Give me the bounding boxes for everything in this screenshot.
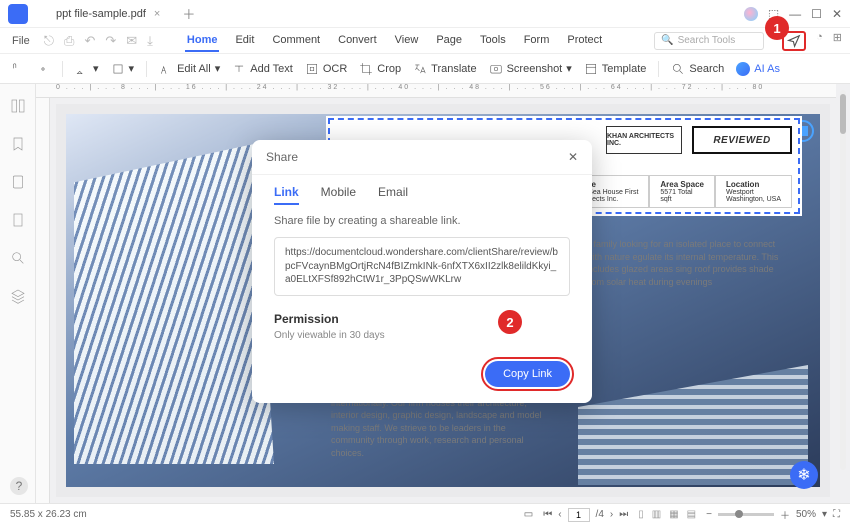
search-placeholder: Search Tools xyxy=(678,35,736,46)
hand-tool[interactable] xyxy=(10,62,24,76)
page-icon[interactable] xyxy=(10,212,26,228)
menu-edit[interactable]: Edit xyxy=(233,30,256,52)
thumbnails-icon[interactable] xyxy=(10,98,26,114)
app-logo xyxy=(8,4,28,24)
last-page-icon[interactable]: ⏭ xyxy=(619,509,628,520)
fit-page-icon[interactable]: ⛶ xyxy=(833,509,840,520)
doc-paragraph-right: a family looking for an isolated place t… xyxy=(586,238,790,288)
layers-icon[interactable] xyxy=(10,288,26,304)
info-table: NameThe Sea House FirstArchitects Inc. A… xyxy=(563,175,792,208)
view-two-icon[interactable]: ▦ xyxy=(669,509,678,520)
ribbon-toolbar: ▾ ▾ Edit All▾ Add Text OCR Crop Translat… xyxy=(0,54,850,84)
close-window-icon[interactable]: ✕ xyxy=(832,7,842,21)
search-icon: 🔍 xyxy=(661,35,673,46)
annotation-callout-2: 2 xyxy=(498,310,522,334)
minimize-icon[interactable]: — xyxy=(789,7,801,21)
menu-form[interactable]: Form xyxy=(522,30,552,52)
menu-tools[interactable]: Tools xyxy=(478,30,508,52)
undo-icon[interactable]: ↶ xyxy=(84,33,95,49)
ocr-button[interactable]: OCR xyxy=(305,62,347,76)
highlight-tool[interactable]: ▾ xyxy=(75,62,99,76)
page-navigator: ⏮ ‹ /4 › ⏭ xyxy=(543,508,628,522)
settings-icon[interactable]: ⊞ xyxy=(833,31,842,51)
tab-mobile[interactable]: Mobile xyxy=(321,185,356,205)
floating-action-icon[interactable]: ❄ xyxy=(790,461,818,489)
main-menu: Home Edit Comment Convert View Page Tool… xyxy=(185,30,604,52)
brand-reviewed: REVIEWED xyxy=(692,126,792,154)
titlebar: ppt file-sample.pdf × ＋ ⬚ — ☐ ✕ xyxy=(0,0,850,28)
tab-link[interactable]: Link xyxy=(274,185,299,205)
permission-heading: Permission xyxy=(274,312,570,326)
print-icon[interactable]: ⎙ xyxy=(64,33,74,49)
next-page-icon[interactable]: › xyxy=(610,509,613,520)
maximize-icon[interactable]: ☐ xyxy=(811,7,822,21)
coordinates-readout: 55.85 x 26.23 cm xyxy=(10,509,87,520)
read-mode-icon[interactable]: ▭ xyxy=(524,509,533,520)
view-single-icon[interactable]: ▯ xyxy=(638,509,644,520)
copy-link-button[interactable]: Copy Link xyxy=(485,361,570,387)
status-bar: 55.85 x 26.23 cm ▭ ⏮ ‹ /4 › ⏭ ▯ ▥ ▦ ▤ − … xyxy=(0,503,850,525)
add-text-button[interactable]: Add Text xyxy=(232,62,293,76)
zoom-slider[interactable] xyxy=(718,513,774,516)
vertical-ruler xyxy=(36,98,50,503)
first-page-icon[interactable]: ⏮ xyxy=(543,509,552,520)
annotation-callout-1: 1 xyxy=(765,16,789,40)
new-tab-button[interactable]: ＋ xyxy=(182,4,195,23)
view-continuous-icon[interactable]: ▥ xyxy=(652,509,661,520)
menu-page[interactable]: Page xyxy=(434,30,464,52)
zoom-dropdown-icon[interactable]: ▾ xyxy=(822,509,827,520)
menu-convert[interactable]: Convert xyxy=(336,30,379,52)
close-tab-icon[interactable]: × xyxy=(154,8,160,20)
search-tools-input[interactable]: 🔍 Search Tools xyxy=(654,32,764,50)
screenshot-button[interactable]: Screenshot▾ xyxy=(489,62,572,76)
prev-page-icon[interactable]: ‹ xyxy=(558,509,561,520)
search-side-icon[interactable] xyxy=(10,250,26,266)
document-tab-label: ppt file-sample.pdf xyxy=(56,8,146,20)
vertical-scrollbar[interactable] xyxy=(840,90,846,470)
horizontal-ruler: 0 . . . | . . . 8 . . . | . . . 16 . . .… xyxy=(36,84,836,98)
document-tab[interactable]: ppt file-sample.pdf × xyxy=(46,4,170,24)
page-input[interactable] xyxy=(568,508,590,522)
permission-subtext: Only viewable in 30 days xyxy=(274,330,570,341)
view-two-scroll-icon[interactable]: ▤ xyxy=(687,509,696,520)
left-sidebar: ◀▶ xyxy=(0,84,36,503)
edit-all-button[interactable]: Edit All▾ xyxy=(159,62,220,76)
zoom-out-icon[interactable]: − xyxy=(706,509,712,520)
menu-view[interactable]: View xyxy=(393,30,421,52)
shape-tool[interactable]: ▾ xyxy=(111,62,135,76)
page-total: /4 xyxy=(596,509,604,520)
attachment-icon[interactable] xyxy=(10,174,26,190)
share-description: Share file by creating a shareable link. xyxy=(274,215,570,227)
mail-icon[interactable]: ✉ xyxy=(126,33,137,49)
translate-button[interactable]: Translate xyxy=(413,62,476,76)
dialog-close-icon[interactable]: ✕ xyxy=(568,150,578,164)
open-icon[interactable]: ⎋ xyxy=(44,33,54,49)
share-tabs: Link Mobile Email xyxy=(252,175,592,209)
building-graphic-left xyxy=(74,144,274,464)
profile-orb-icon[interactable] xyxy=(744,7,758,21)
menu-home[interactable]: Home xyxy=(185,30,220,52)
help-button[interactable]: ? xyxy=(10,477,28,495)
zoom-in-icon[interactable]: ＋ xyxy=(780,507,790,522)
template-button[interactable]: Template xyxy=(584,62,647,76)
redo-icon[interactable]: ↷ xyxy=(105,33,116,49)
save-icon[interactable]: ⤓ xyxy=(147,33,153,49)
menu-protect[interactable]: Protect xyxy=(565,30,604,52)
crop-button[interactable]: Crop xyxy=(359,62,401,76)
ai-assistant-button[interactable]: AI As xyxy=(736,62,780,76)
file-menu[interactable]: File xyxy=(8,33,34,49)
menubar: File ⎋ ⎙ ↶ ↷ ✉ ⤓ Home Edit Comment Conve… xyxy=(0,28,850,54)
zoom-value: 50% xyxy=(796,509,816,520)
share-dialog: Share ✕ Link Mobile Email Share file by … xyxy=(252,140,592,403)
cloud-icon[interactable]: ◔ xyxy=(816,31,823,51)
bookmark-icon[interactable] xyxy=(10,136,26,152)
brand-khan: KHAN ARCHITECTS INC. xyxy=(606,126,682,154)
search-button[interactable]: Search xyxy=(671,62,724,76)
select-tool[interactable] xyxy=(36,62,50,76)
tab-email[interactable]: Email xyxy=(378,185,408,205)
menu-comment[interactable]: Comment xyxy=(270,30,322,52)
dialog-title: Share xyxy=(266,150,298,164)
share-link-textbox[interactable]: https://documentcloud.wondershare.com/cl… xyxy=(274,237,570,296)
